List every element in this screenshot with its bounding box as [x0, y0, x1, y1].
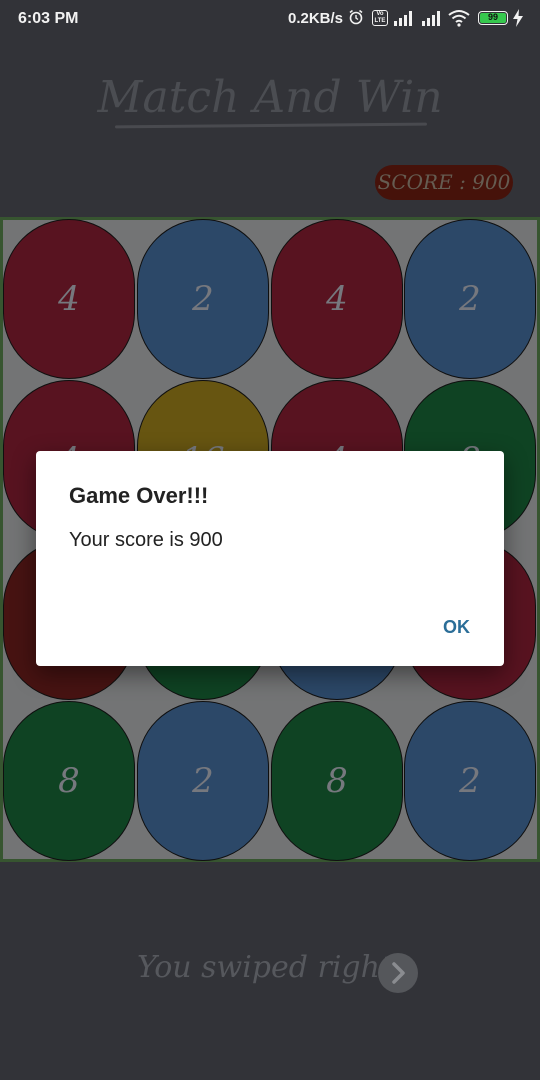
next-arrow-button[interactable]: [378, 953, 418, 993]
swipe-status-text: You swiped right!: [137, 950, 405, 985]
chevron-right-icon: [392, 962, 405, 984]
dialog-title: Game Over!!!: [69, 483, 209, 508]
game-over-dialog: Game Over!!! Your score is 900 OK: [36, 451, 504, 666]
dialog-message: Your score is 900: [69, 529, 223, 551]
ok-button[interactable]: OK: [443, 617, 470, 638]
